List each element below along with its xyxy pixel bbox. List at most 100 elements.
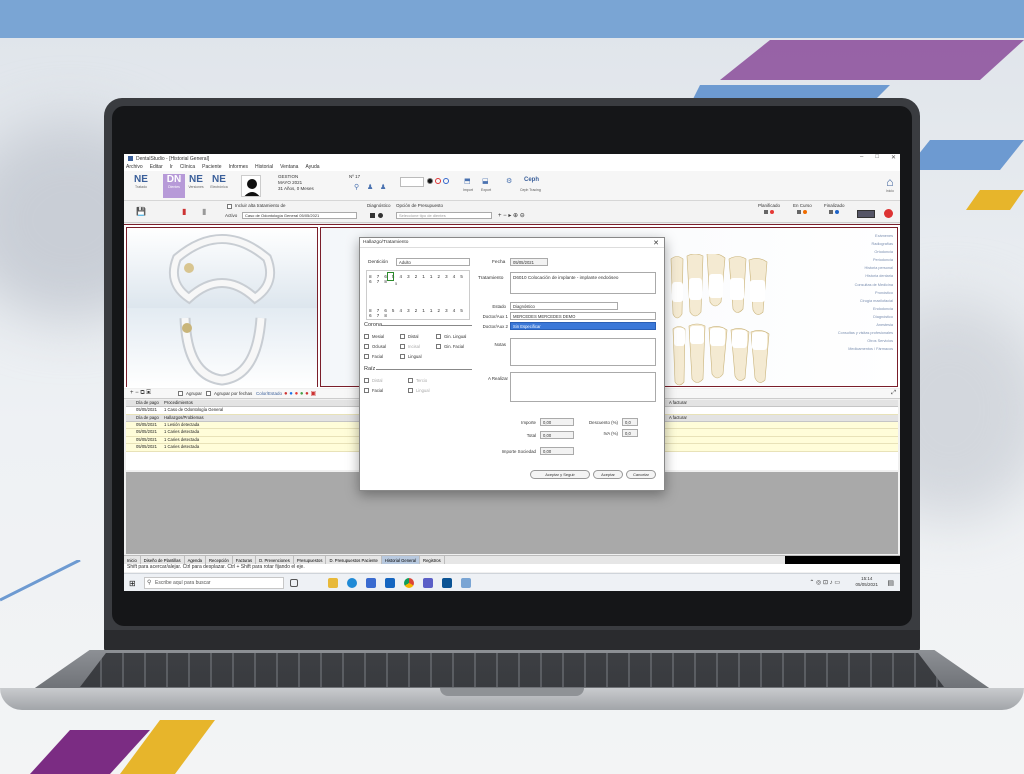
col-a-facturar[interactable]: A facturar: [669, 415, 898, 421]
record-blue-icon[interactable]: [443, 178, 449, 184]
treatment-select[interactable]: Caso de Odontología General 05/05/2021: [242, 212, 357, 219]
lower-tooth-numbers[interactable]: 8 7 6 5 4 3 2 1 1 2 3 4 5 6 7 8: [369, 309, 469, 319]
col-a-facturar[interactable]: A facturar: [669, 400, 898, 406]
doctor1-select[interactable]: MERCEDES MERCEDES DEMO: [510, 312, 656, 320]
color-selector[interactable]: [400, 177, 424, 187]
record-black-icon[interactable]: [427, 178, 433, 184]
link-pronostico[interactable]: Pronóstico: [838, 289, 893, 297]
diagnostic-stop-icon[interactable]: [370, 213, 375, 218]
close-record-icon[interactable]: [884, 209, 893, 218]
menu-ventana[interactable]: Ventana: [280, 164, 298, 170]
save-icon[interactable]: 💾: [136, 207, 146, 216]
col-dia-pago[interactable]: Día de pago: [126, 400, 164, 406]
module-tratado-button[interactable]: NE Tratado: [130, 174, 152, 198]
tab-registros[interactable]: Registros: [420, 556, 445, 564]
corona-gin-facial-checkbox[interactable]: Gin. Facial: [436, 344, 464, 349]
tab-agenda[interactable]: Agenda: [185, 556, 206, 564]
estado-select[interactable]: Diagnóstico: [510, 302, 618, 310]
ceph-tracing-icon[interactable]: ⚙: [506, 177, 512, 185]
tab-presupuestos-paciente[interactable]: D. Presupuestos Paciente: [326, 556, 382, 564]
link-endodoncia[interactable]: Endodoncia: [838, 305, 893, 313]
corona-facial-checkbox[interactable]: Facial: [364, 354, 383, 359]
maximize-button[interactable]: □: [875, 154, 879, 161]
stage-finalizado[interactable]: Finalizado: [824, 203, 845, 215]
module-dientes-button[interactable]: DN Dientes: [163, 174, 185, 198]
tab-inicio[interactable]: Inicio: [124, 556, 141, 564]
patient-avatar[interactable]: [241, 175, 261, 197]
home-button[interactable]: ⌂ Inicio: [886, 175, 894, 193]
teams-icon[interactable]: [423, 578, 433, 588]
import-icon[interactable]: ⬒: [464, 177, 471, 185]
agrupar-fechas-checkbox[interactable]: [206, 391, 211, 396]
link-cirugia[interactable]: Cirugía maxilofacial: [838, 297, 893, 305]
cancel-button[interactable]: Cancelar: [626, 470, 656, 479]
search-icon[interactable]: ⚲: [354, 183, 359, 191]
agrupar-checkbox[interactable]: [178, 391, 183, 396]
descuento-field[interactable]: 0,0: [622, 418, 638, 426]
accept-button[interactable]: Aceptar: [593, 470, 623, 479]
link-periodoncia[interactable]: Periodoncia: [838, 256, 893, 264]
minimize-button[interactable]: –: [860, 154, 863, 161]
link-examenes[interactable]: Exámenes: [838, 232, 893, 240]
upper-tooth-numbers[interactable]: 8 7 6 5 4 3 2 1 1 2 3 4 5 6 7 8: [369, 275, 469, 285]
chart-tool-icon[interactable]: ▮: [182, 207, 186, 216]
link-anestesia[interactable]: Anestesia: [838, 321, 893, 329]
eraser-tool-icon[interactable]: ▮: [202, 207, 206, 216]
menu-informes[interactable]: Informes: [229, 164, 248, 170]
user-settings-icon[interactable]: ♟: [380, 183, 386, 191]
edge-icon[interactable]: [347, 578, 357, 588]
link-diagnostico[interactable]: Diagnóstico: [838, 313, 893, 321]
record-red-icon[interactable]: [435, 178, 441, 184]
menu-paciente[interactable]: Paciente: [202, 164, 221, 170]
start-icon[interactable]: ⊞: [129, 579, 136, 588]
corona-lingual-checkbox[interactable]: Lingual: [400, 354, 422, 359]
link-consultas-visitas[interactable]: Consultas y visitas profesionales: [838, 329, 893, 337]
store-icon[interactable]: [366, 578, 376, 588]
add-budget-icon[interactable]: + − ▸ ⊕ ⊖: [498, 212, 525, 219]
iva-field[interactable]: 0,0: [622, 429, 638, 437]
dialog-close-button[interactable]: ✕: [653, 239, 659, 247]
include-checkbox[interactable]: [227, 204, 232, 209]
budget-select[interactable]: Seleccione tipo de dientes: [396, 212, 492, 219]
menu-clinica[interactable]: Clínica: [180, 164, 195, 170]
expand-icon[interactable]: ⤢: [891, 390, 896, 397]
sociedad-field[interactable]: 0,00: [540, 447, 574, 455]
menu-ayuda[interactable]: Ayuda: [305, 164, 319, 170]
mail-icon[interactable]: [385, 578, 395, 588]
app-icon-blue[interactable]: [442, 578, 452, 588]
tab-historial-general[interactable]: Historial General: [381, 556, 421, 564]
add-user-icon[interactable]: ♟: [367, 183, 373, 191]
accept-and-continue-button[interactable]: Aceptar y Seguir: [530, 470, 590, 479]
col-procedimientos[interactable]: Procedimientos: [164, 400, 304, 406]
realizar-textarea[interactable]: [510, 372, 656, 402]
module-versiones-button[interactable]: NE Versiones: [185, 174, 207, 198]
taskbar-search-input[interactable]: ⚲ Escribe aquí para buscar: [144, 577, 284, 589]
chrome-icon[interactable]: [404, 578, 414, 588]
fecha-field[interactable]: 05/05/2021: [510, 258, 548, 266]
col-dia-pago[interactable]: Día de pago: [126, 415, 164, 421]
link-radiografias[interactable]: Radiografías: [838, 240, 893, 248]
keyboard-icon[interactable]: [857, 210, 875, 218]
tab-facturas[interactable]: Facturas: [233, 556, 257, 564]
notifications-icon[interactable]: ▤: [887, 579, 894, 587]
lower-jaw-view[interactable]: [127, 308, 317, 388]
close-button[interactable]: ✕: [891, 154, 896, 161]
corona-oclusal-checkbox[interactable]: Oclusal: [364, 344, 386, 349]
stage-planificado[interactable]: Planificado: [758, 203, 780, 215]
module-electronica-button[interactable]: NE Electrónica: [208, 174, 230, 198]
menu-archivo[interactable]: Archivo: [126, 164, 143, 170]
taskbar-clock[interactable]: 15:14 05/05/2021: [855, 576, 878, 588]
status-filter-icons[interactable]: ● ● ● ● ● ▣: [284, 390, 316, 397]
grid-tools-icons[interactable]: + − ⧉ ▣: [130, 390, 151, 397]
link-historia-dentaria[interactable]: Historia dentaria: [838, 272, 893, 280]
stage-en-curso[interactable]: En Curso: [793, 203, 812, 215]
upper-jaw-view[interactable]: [127, 228, 317, 308]
link-otros-servicios[interactable]: Otros Servicios: [838, 337, 893, 345]
link-historia-personal[interactable]: Historia personal: [838, 264, 894, 272]
denticion-select[interactable]: Adulto: [396, 258, 470, 266]
corona-gin-lingual-checkbox[interactable]: Gin. Lingual: [436, 334, 466, 339]
corona-distal-checkbox[interactable]: Distal: [400, 334, 418, 339]
diagnostic-record-icon[interactable]: [378, 213, 383, 218]
file-explorer-icon[interactable]: [328, 578, 338, 588]
menu-ir[interactable]: Ir: [170, 164, 173, 170]
